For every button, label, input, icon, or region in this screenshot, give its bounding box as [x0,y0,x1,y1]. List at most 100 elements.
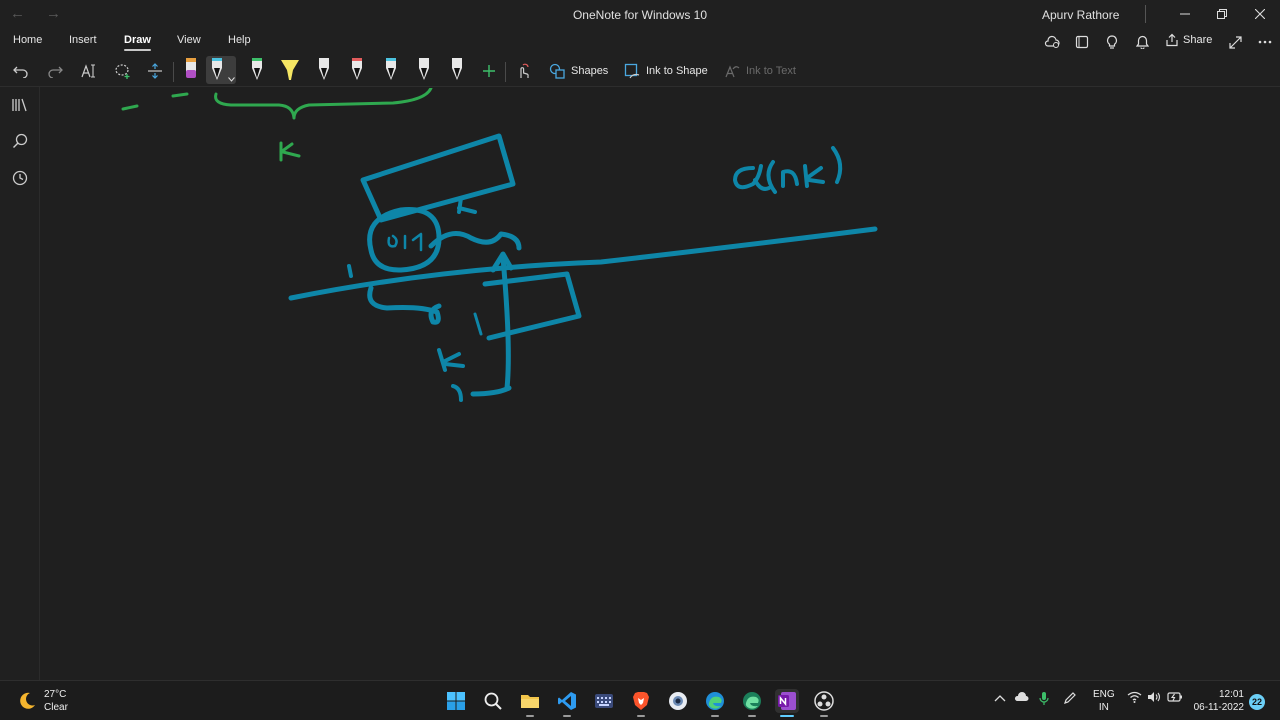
weather-widget[interactable]: 27°C Clear [16,688,68,714]
tab-help[interactable]: Help [228,34,251,46]
ink-stroke-teal-lower-curve [367,285,442,325]
type-select-button[interactable] [76,58,102,84]
user-name[interactable]: Apurv Rathore [1042,8,1119,22]
touch-draw-button[interactable] [510,58,536,84]
weather-description: Clear [44,702,68,713]
ink-stroke-teal-k [803,164,825,188]
active-indicator [780,715,794,717]
language-region: IN [1098,702,1109,713]
pen-icon [252,58,262,80]
taskbar-edge-dev[interactable] [740,689,764,717]
keyboard-app-icon [595,694,613,708]
taskbar-vscode[interactable] [555,689,579,717]
recent-button[interactable] [10,168,30,188]
taskbar-edge[interactable] [703,689,727,717]
vscode-icon [558,692,576,710]
ink-stroke-teal-circle-text [387,232,423,252]
system-clock[interactable]: 12:01 06-11-2022 [1192,688,1244,714]
notifications-button[interactable] [1132,32,1152,52]
taskbar-obs[interactable] [812,689,836,717]
tab-home[interactable]: Home [13,34,42,46]
pen-white-2-button[interactable] [413,56,435,84]
edge-icon [706,692,724,710]
pen-rainbow-button[interactable] [346,56,368,84]
restore-button[interactable] [1207,3,1237,25]
ink-stroke-teal-small-mark [451,384,463,402]
pen-icon [452,58,463,80]
draw-toolbar: Shapes Ink to Shape Ink to Text [0,54,1280,87]
clock-time: 12:01 [1218,689,1244,700]
pen-white-1-button[interactable] [313,56,335,84]
pen-blue-button[interactable] [380,56,402,84]
pen-icon [318,58,329,80]
shapes-icon [549,63,565,79]
taskbar-brave[interactable] [629,689,653,717]
lasso-select-button[interactable] [110,58,136,84]
volume-tray-icon[interactable] [1147,691,1161,706]
battery-charging-icon [1167,692,1182,702]
minimize-button[interactable] [1170,3,1200,25]
cloud-icon [1014,692,1029,701]
microphone-tray-icon[interactable] [1039,691,1049,709]
ink-stroke-teal-dot [347,264,353,278]
pen-green-button[interactable] [246,56,268,84]
ink-to-text-button[interactable]: Ink to Text [724,63,796,79]
tab-insert[interactable]: Insert [69,34,97,46]
start-button[interactable] [444,689,468,713]
add-pen-button[interactable] [476,58,502,84]
edge-dev-icon [743,692,761,710]
taskbar-onenote[interactable] [775,689,799,717]
fullscreen-button[interactable] [1225,32,1245,52]
lightbulb-icon [1106,34,1118,49]
pen-white-3-button[interactable] [446,56,468,84]
more-dots-icon [1258,40,1272,44]
notebooks-button[interactable] [10,95,30,115]
pen-purple-button[interactable] [180,56,202,84]
ink-stroke-teal-wave [428,231,522,251]
toolbar-separator [173,62,174,82]
notebook-page-icon [1075,35,1089,49]
redo-button[interactable] [42,58,68,84]
page-canvas[interactable] [41,88,1280,680]
ink-stroke-teal-small-k [437,348,465,372]
language-indicator[interactable]: ENG IN [1093,688,1115,714]
add-space-button[interactable] [142,58,168,84]
taskbar-search-button[interactable] [481,689,505,713]
bell-icon [1135,35,1149,49]
restore-icon [1217,9,1227,19]
battery-tray-icon[interactable] [1167,691,1183,706]
running-indicator [526,715,534,717]
search-icon [13,133,28,148]
onedrive-tray-icon[interactable] [1013,691,1029,706]
pen-tray-icon[interactable] [1063,691,1077,708]
toolbar-separator [505,62,506,82]
tab-view[interactable]: View [177,34,201,46]
pen-black-selected-button[interactable] [206,56,236,84]
notification-badge[interactable]: 22 [1249,694,1265,710]
tray-overflow-button[interactable] [994,691,1006,705]
tab-draw[interactable]: Draw [124,34,151,51]
shapes-button[interactable]: Shapes [549,63,608,79]
highlighter-yellow-button[interactable] [279,56,301,84]
taskbar-eye-app[interactable] [666,689,690,713]
touch-hand-icon [520,63,529,78]
share-button[interactable]: Share [1165,33,1212,47]
taskbar-calculator[interactable] [592,689,616,713]
close-button[interactable] [1245,3,1275,25]
ink-to-shape-button[interactable]: Ink to Shape [624,63,708,79]
sync-status-button[interactable] [1042,32,1062,52]
cloud-sync-icon [1044,35,1060,48]
search-button[interactable] [10,131,30,151]
running-indicator [637,715,645,717]
language-code: ENG [1093,689,1115,700]
page-view-button[interactable] [1072,32,1092,52]
more-options-button[interactable] [1255,32,1275,52]
taskbar-file-explorer[interactable] [518,689,542,717]
wifi-tray-icon[interactable] [1127,691,1142,706]
close-icon [1255,9,1265,19]
ink-stroke-teal-arrow [490,251,514,391]
chevron-up-icon [994,695,1006,702]
tips-button[interactable] [1102,32,1122,52]
running-indicator [820,715,828,717]
undo-button[interactable] [8,58,34,84]
